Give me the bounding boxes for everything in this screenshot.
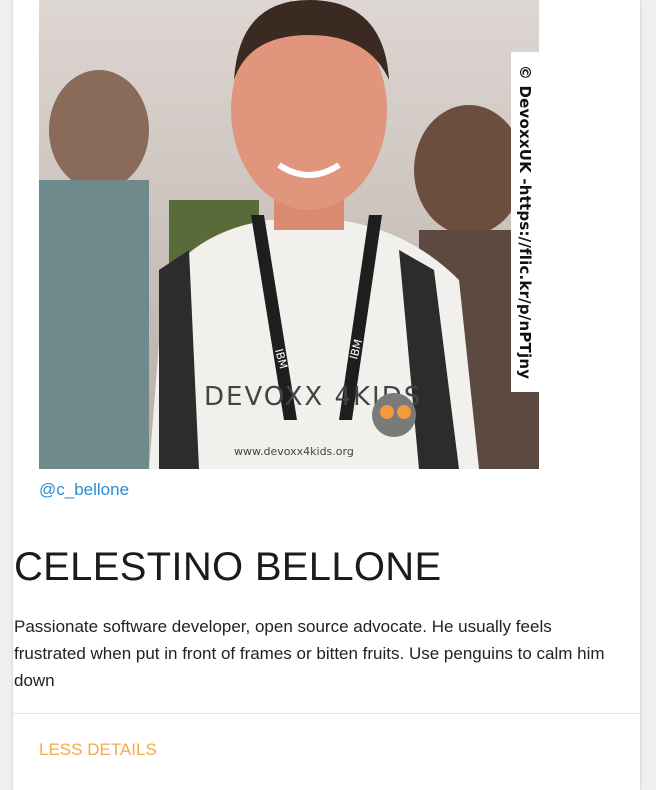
photo-credit: © DevoxxUK -https://flic.kr/p/nPTjny: [516, 64, 534, 380]
speaker-bio: Passionate software developer, open sour…: [14, 617, 605, 690]
photo-credit-strip: © DevoxxUK -https://flic.kr/p/nPTjny: [511, 52, 539, 392]
speaker-photo-image: IBM IBM DEVOXX 4KIDS www.devoxx4kids.org: [39, 0, 539, 469]
speaker-photo: IBM IBM DEVOXX 4KIDS www.devoxx4kids.org…: [39, 0, 539, 469]
speaker-name: CELESTINO BELLONE: [14, 545, 442, 589]
speaker-card: IBM IBM DEVOXX 4KIDS www.devoxx4kids.org…: [13, 0, 640, 790]
shirt-url-text: www.devoxx4kids.org: [234, 445, 354, 458]
twitter-handle-link[interactable]: @c_bellone: [39, 480, 129, 500]
less-details-button[interactable]: LESS DETAILS: [39, 740, 157, 760]
card-divider: [13, 713, 640, 714]
